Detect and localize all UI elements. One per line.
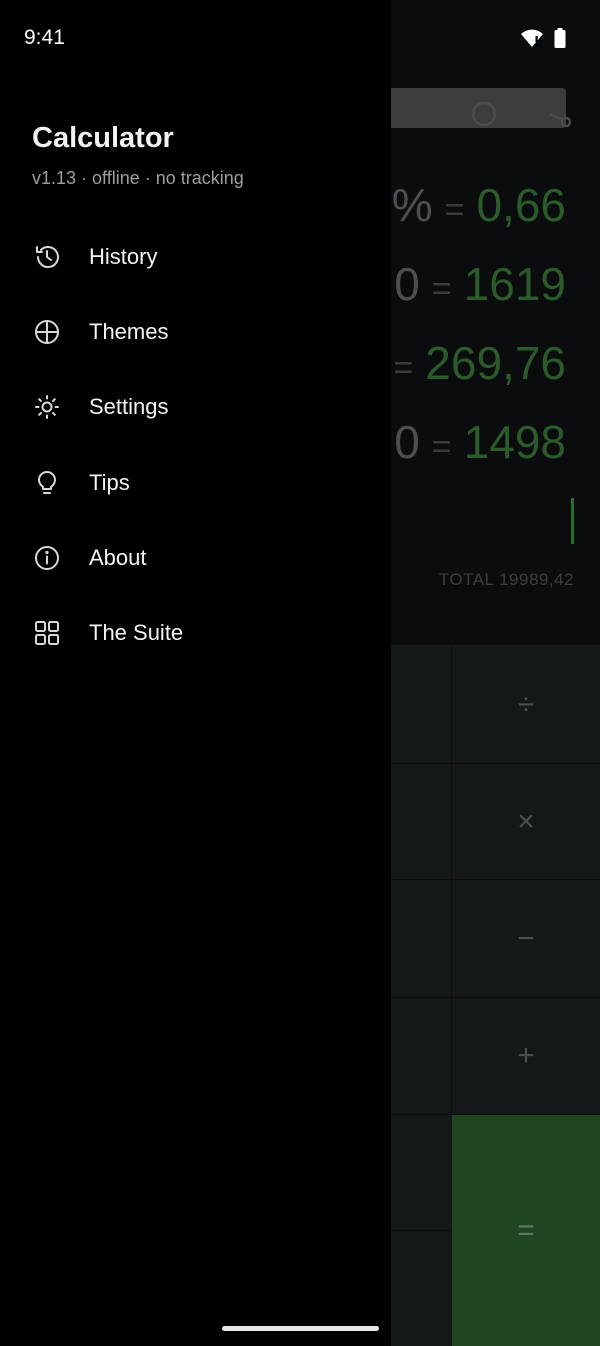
- equals-sign: =: [431, 428, 452, 466]
- multiply-key[interactable]: ×: [452, 764, 600, 879]
- divide-key[interactable]: ÷: [452, 646, 600, 763]
- status-icons: [520, 28, 566, 48]
- share-icon[interactable]: [546, 100, 574, 128]
- drawer-menu: History Themes Settings Tips About The S…: [0, 219, 391, 671]
- wifi-icon: [521, 29, 543, 47]
- menu-label: Tips: [89, 469, 130, 495]
- history-row[interactable]: 0 = 1619: [394, 257, 566, 310]
- menu-label: Settings: [89, 394, 169, 420]
- status-time: 9:41: [24, 26, 65, 49]
- home-indicator[interactable]: [222, 1326, 379, 1331]
- menu-label: History: [89, 243, 158, 269]
- equals-sign: =: [393, 349, 414, 387]
- history-result: 269,76: [425, 337, 566, 389]
- battery-icon: [554, 28, 566, 48]
- menu-item-about[interactable]: About: [0, 520, 391, 595]
- input-cursor: [571, 498, 574, 544]
- menu-item-history[interactable]: History: [0, 219, 391, 294]
- total-label: TOTAL 19989,42: [438, 570, 574, 589]
- menu-item-the-suite[interactable]: The Suite: [0, 595, 391, 670]
- history-result: 0,66: [476, 179, 566, 231]
- history-row[interactable]: )% = 0,66: [376, 178, 566, 231]
- menu-label: The Suite: [89, 620, 184, 646]
- info-icon: [33, 544, 61, 572]
- lightbulb-icon: [33, 469, 61, 497]
- plus-key[interactable]: +: [452, 998, 600, 1114]
- history-result: 1498: [463, 416, 566, 468]
- history-row[interactable]: = 269,76: [381, 336, 566, 389]
- app-title: Calculator: [32, 122, 174, 154]
- menu-label: Themes: [89, 318, 169, 344]
- minus-key[interactable]: −: [452, 880, 600, 997]
- sun-gear-icon: [33, 393, 61, 421]
- equals-key[interactable]: =: [452, 1115, 600, 1346]
- equals-sign: =: [444, 191, 465, 229]
- menu-item-themes[interactable]: Themes: [0, 294, 391, 369]
- menu-label: About: [89, 544, 147, 570]
- equals-sign: =: [431, 270, 452, 308]
- menu-item-settings[interactable]: Settings: [0, 370, 391, 445]
- history-expression: 0: [394, 258, 420, 310]
- history-expression: 0: [394, 416, 420, 468]
- clock-icon[interactable]: [470, 100, 498, 128]
- history-result: 1619: [463, 258, 566, 310]
- app-subtitle: v1.13 · offline · no tracking: [32, 168, 244, 188]
- history-row[interactable]: 0 = 1498: [394, 415, 566, 468]
- grid-icon: [33, 619, 61, 647]
- globe-icon: [33, 318, 61, 346]
- history-icon: [33, 243, 61, 271]
- navigation-drawer: 9:41 Calculator v1.13 · offline · no tra…: [0, 0, 391, 1346]
- menu-item-tips[interactable]: Tips: [0, 445, 391, 520]
